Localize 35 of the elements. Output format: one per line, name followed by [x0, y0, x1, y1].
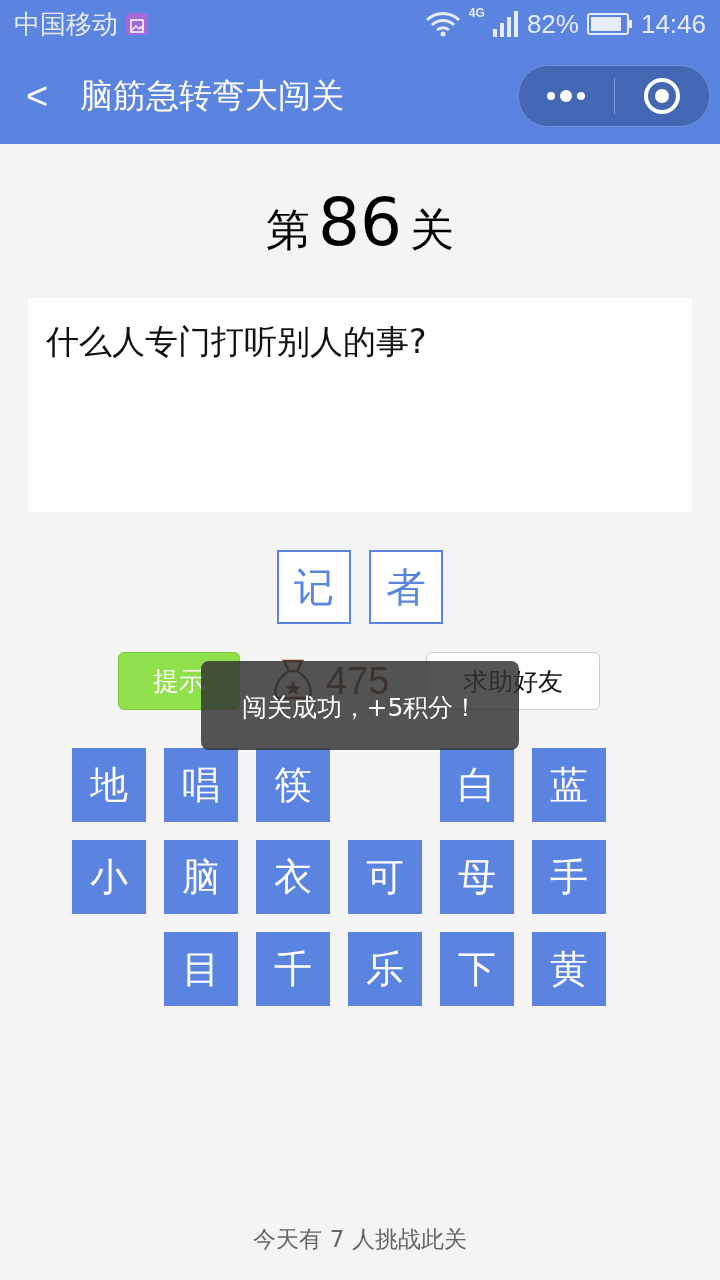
back-button[interactable]: <: [26, 74, 66, 118]
question-card: 什么人专门打听别人的事?: [28, 298, 692, 512]
letter-tile[interactable]: 蓝: [532, 748, 606, 822]
challenger-count: 今天有 7 人挑战此关: [252, 1225, 468, 1254]
letter-tile[interactable]: 白: [440, 748, 514, 822]
battery-icon: [586, 13, 633, 35]
letter-tile[interactable]: 筷: [256, 748, 330, 822]
more-icon[interactable]: [546, 89, 587, 103]
letter-tile[interactable]: 可: [348, 840, 422, 914]
letter-tile[interactable]: 脑: [164, 840, 238, 914]
letter-tile[interactable]: 黄: [532, 932, 606, 1006]
letter-tile[interactable]: 衣: [256, 840, 330, 914]
network-type: 4G: [468, 6, 485, 20]
image-notification-icon: [126, 13, 148, 35]
wifi-icon: [424, 11, 461, 37]
letter-tile[interactable]: 千: [256, 932, 330, 1006]
answer-slot[interactable]: 记: [277, 550, 351, 624]
level-number: 86: [318, 184, 402, 261]
letter-tile[interactable]: 下: [440, 932, 514, 1006]
carrier-name: 中国移动: [14, 7, 118, 41]
letter-tile[interactable]: 小: [72, 840, 146, 914]
letter-tile[interactable]: 乐: [348, 932, 422, 1006]
letter-tile[interactable]: 母: [440, 840, 514, 914]
signal-icon: [492, 11, 519, 37]
page-title: 脑筋急转弯大闯关: [80, 74, 345, 117]
level-label: 第: [266, 203, 310, 257]
answer-slot[interactable]: 者: [369, 550, 443, 624]
letter-tile[interactable]: 手: [532, 840, 606, 914]
letter-tile[interactable]: 唱: [164, 748, 238, 822]
clock-time: 14:46: [640, 8, 706, 40]
letter-tile[interactable]: 目: [164, 932, 238, 1006]
battery-percent: 82%: [526, 8, 579, 40]
letter-tile[interactable]: 地: [72, 748, 146, 822]
level-label: 关: [410, 203, 454, 257]
close-icon[interactable]: [642, 77, 681, 115]
